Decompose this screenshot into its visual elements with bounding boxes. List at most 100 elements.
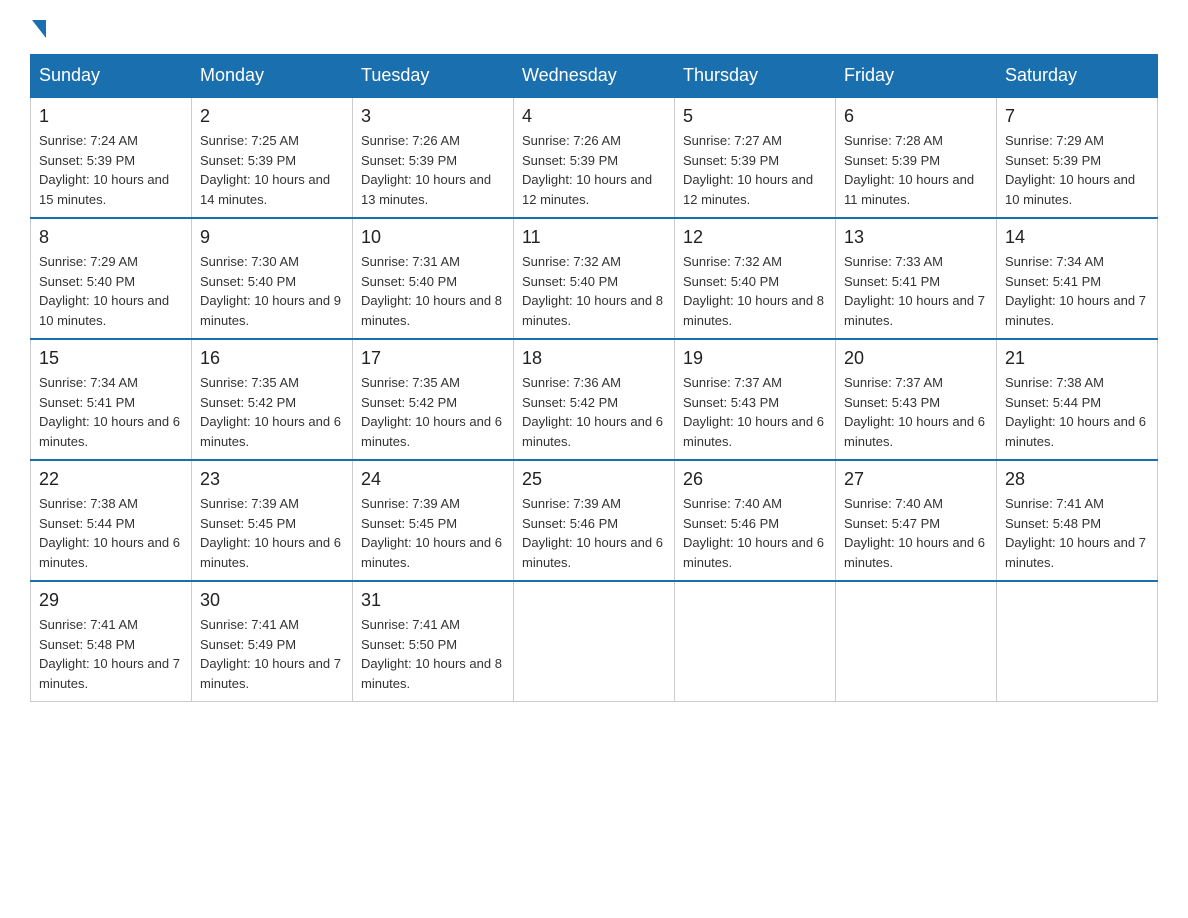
calendar-cell: 5 Sunrise: 7:27 AMSunset: 5:39 PMDayligh… bbox=[675, 97, 836, 218]
calendar-cell: 25 Sunrise: 7:39 AMSunset: 5:46 PMDaylig… bbox=[514, 460, 675, 581]
day-info: Sunrise: 7:29 AMSunset: 5:40 PMDaylight:… bbox=[39, 252, 183, 330]
calendar-cell: 31 Sunrise: 7:41 AMSunset: 5:50 PMDaylig… bbox=[353, 581, 514, 702]
day-info: Sunrise: 7:31 AMSunset: 5:40 PMDaylight:… bbox=[361, 252, 505, 330]
day-number: 4 bbox=[522, 106, 666, 127]
header-monday: Monday bbox=[192, 55, 353, 98]
calendar-cell: 22 Sunrise: 7:38 AMSunset: 5:44 PMDaylig… bbox=[31, 460, 192, 581]
calendar-cell: 10 Sunrise: 7:31 AMSunset: 5:40 PMDaylig… bbox=[353, 218, 514, 339]
day-number: 15 bbox=[39, 348, 183, 369]
day-info: Sunrise: 7:36 AMSunset: 5:42 PMDaylight:… bbox=[522, 373, 666, 451]
day-number: 12 bbox=[683, 227, 827, 248]
calendar-cell: 2 Sunrise: 7:25 AMSunset: 5:39 PMDayligh… bbox=[192, 97, 353, 218]
header-saturday: Saturday bbox=[997, 55, 1158, 98]
day-info: Sunrise: 7:29 AMSunset: 5:39 PMDaylight:… bbox=[1005, 131, 1149, 209]
calendar-cell: 24 Sunrise: 7:39 AMSunset: 5:45 PMDaylig… bbox=[353, 460, 514, 581]
header-thursday: Thursday bbox=[675, 55, 836, 98]
calendar-cell: 28 Sunrise: 7:41 AMSunset: 5:48 PMDaylig… bbox=[997, 460, 1158, 581]
day-info: Sunrise: 7:39 AMSunset: 5:46 PMDaylight:… bbox=[522, 494, 666, 572]
day-number: 8 bbox=[39, 227, 183, 248]
header-wednesday: Wednesday bbox=[514, 55, 675, 98]
calendar-cell bbox=[514, 581, 675, 702]
day-number: 27 bbox=[844, 469, 988, 490]
day-info: Sunrise: 7:33 AMSunset: 5:41 PMDaylight:… bbox=[844, 252, 988, 330]
day-number: 1 bbox=[39, 106, 183, 127]
calendar-cell: 1 Sunrise: 7:24 AMSunset: 5:39 PMDayligh… bbox=[31, 97, 192, 218]
day-info: Sunrise: 7:35 AMSunset: 5:42 PMDaylight:… bbox=[200, 373, 344, 451]
calendar-cell: 6 Sunrise: 7:28 AMSunset: 5:39 PMDayligh… bbox=[836, 97, 997, 218]
day-number: 22 bbox=[39, 469, 183, 490]
day-info: Sunrise: 7:37 AMSunset: 5:43 PMDaylight:… bbox=[844, 373, 988, 451]
day-info: Sunrise: 7:32 AMSunset: 5:40 PMDaylight:… bbox=[683, 252, 827, 330]
calendar-cell bbox=[997, 581, 1158, 702]
calendar-cell: 21 Sunrise: 7:38 AMSunset: 5:44 PMDaylig… bbox=[997, 339, 1158, 460]
day-info: Sunrise: 7:25 AMSunset: 5:39 PMDaylight:… bbox=[200, 131, 344, 209]
logo-triangle-icon bbox=[32, 20, 46, 38]
day-info: Sunrise: 7:28 AMSunset: 5:39 PMDaylight:… bbox=[844, 131, 988, 209]
week-row-1: 1 Sunrise: 7:24 AMSunset: 5:39 PMDayligh… bbox=[31, 97, 1158, 218]
day-info: Sunrise: 7:30 AMSunset: 5:40 PMDaylight:… bbox=[200, 252, 344, 330]
day-number: 3 bbox=[361, 106, 505, 127]
day-number: 19 bbox=[683, 348, 827, 369]
day-number: 7 bbox=[1005, 106, 1149, 127]
day-number: 21 bbox=[1005, 348, 1149, 369]
day-info: Sunrise: 7:26 AMSunset: 5:39 PMDaylight:… bbox=[522, 131, 666, 209]
calendar-cell: 16 Sunrise: 7:35 AMSunset: 5:42 PMDaylig… bbox=[192, 339, 353, 460]
day-number: 14 bbox=[1005, 227, 1149, 248]
header-friday: Friday bbox=[836, 55, 997, 98]
calendar-cell: 26 Sunrise: 7:40 AMSunset: 5:46 PMDaylig… bbox=[675, 460, 836, 581]
day-number: 25 bbox=[522, 469, 666, 490]
day-info: Sunrise: 7:35 AMSunset: 5:42 PMDaylight:… bbox=[361, 373, 505, 451]
day-number: 5 bbox=[683, 106, 827, 127]
day-number: 28 bbox=[1005, 469, 1149, 490]
day-number: 26 bbox=[683, 469, 827, 490]
calendar-cell: 14 Sunrise: 7:34 AMSunset: 5:41 PMDaylig… bbox=[997, 218, 1158, 339]
day-number: 23 bbox=[200, 469, 344, 490]
week-row-3: 15 Sunrise: 7:34 AMSunset: 5:41 PMDaylig… bbox=[31, 339, 1158, 460]
calendar-cell: 30 Sunrise: 7:41 AMSunset: 5:49 PMDaylig… bbox=[192, 581, 353, 702]
week-row-5: 29 Sunrise: 7:41 AMSunset: 5:48 PMDaylig… bbox=[31, 581, 1158, 702]
calendar-cell: 4 Sunrise: 7:26 AMSunset: 5:39 PMDayligh… bbox=[514, 97, 675, 218]
day-info: Sunrise: 7:32 AMSunset: 5:40 PMDaylight:… bbox=[522, 252, 666, 330]
day-number: 17 bbox=[361, 348, 505, 369]
day-info: Sunrise: 7:26 AMSunset: 5:39 PMDaylight:… bbox=[361, 131, 505, 209]
day-info: Sunrise: 7:34 AMSunset: 5:41 PMDaylight:… bbox=[1005, 252, 1149, 330]
day-number: 2 bbox=[200, 106, 344, 127]
header-sunday: Sunday bbox=[31, 55, 192, 98]
calendar-cell: 19 Sunrise: 7:37 AMSunset: 5:43 PMDaylig… bbox=[675, 339, 836, 460]
day-number: 11 bbox=[522, 227, 666, 248]
day-info: Sunrise: 7:37 AMSunset: 5:43 PMDaylight:… bbox=[683, 373, 827, 451]
calendar-cell: 12 Sunrise: 7:32 AMSunset: 5:40 PMDaylig… bbox=[675, 218, 836, 339]
day-info: Sunrise: 7:41 AMSunset: 5:48 PMDaylight:… bbox=[1005, 494, 1149, 572]
day-number: 6 bbox=[844, 106, 988, 127]
calendar-table: SundayMondayTuesdayWednesdayThursdayFrid… bbox=[30, 54, 1158, 702]
calendar-cell: 18 Sunrise: 7:36 AMSunset: 5:42 PMDaylig… bbox=[514, 339, 675, 460]
day-info: Sunrise: 7:41 AMSunset: 5:50 PMDaylight:… bbox=[361, 615, 505, 693]
day-number: 13 bbox=[844, 227, 988, 248]
day-number: 24 bbox=[361, 469, 505, 490]
day-info: Sunrise: 7:27 AMSunset: 5:39 PMDaylight:… bbox=[683, 131, 827, 209]
day-number: 9 bbox=[200, 227, 344, 248]
calendar-header-row: SundayMondayTuesdayWednesdayThursdayFrid… bbox=[31, 55, 1158, 98]
week-row-2: 8 Sunrise: 7:29 AMSunset: 5:40 PMDayligh… bbox=[31, 218, 1158, 339]
day-number: 29 bbox=[39, 590, 183, 611]
calendar-cell: 20 Sunrise: 7:37 AMSunset: 5:43 PMDaylig… bbox=[836, 339, 997, 460]
week-row-4: 22 Sunrise: 7:38 AMSunset: 5:44 PMDaylig… bbox=[31, 460, 1158, 581]
calendar-cell: 23 Sunrise: 7:39 AMSunset: 5:45 PMDaylig… bbox=[192, 460, 353, 581]
calendar-cell: 15 Sunrise: 7:34 AMSunset: 5:41 PMDaylig… bbox=[31, 339, 192, 460]
day-info: Sunrise: 7:40 AMSunset: 5:47 PMDaylight:… bbox=[844, 494, 988, 572]
calendar-cell bbox=[675, 581, 836, 702]
day-number: 18 bbox=[522, 348, 666, 369]
day-info: Sunrise: 7:41 AMSunset: 5:49 PMDaylight:… bbox=[200, 615, 344, 693]
page-header bbox=[30, 20, 1158, 34]
calendar-cell: 27 Sunrise: 7:40 AMSunset: 5:47 PMDaylig… bbox=[836, 460, 997, 581]
calendar-cell: 3 Sunrise: 7:26 AMSunset: 5:39 PMDayligh… bbox=[353, 97, 514, 218]
day-number: 20 bbox=[844, 348, 988, 369]
day-info: Sunrise: 7:38 AMSunset: 5:44 PMDaylight:… bbox=[39, 494, 183, 572]
header-tuesday: Tuesday bbox=[353, 55, 514, 98]
day-number: 31 bbox=[361, 590, 505, 611]
calendar-cell: 9 Sunrise: 7:30 AMSunset: 5:40 PMDayligh… bbox=[192, 218, 353, 339]
calendar-cell: 11 Sunrise: 7:32 AMSunset: 5:40 PMDaylig… bbox=[514, 218, 675, 339]
day-info: Sunrise: 7:34 AMSunset: 5:41 PMDaylight:… bbox=[39, 373, 183, 451]
day-number: 10 bbox=[361, 227, 505, 248]
day-number: 16 bbox=[200, 348, 344, 369]
